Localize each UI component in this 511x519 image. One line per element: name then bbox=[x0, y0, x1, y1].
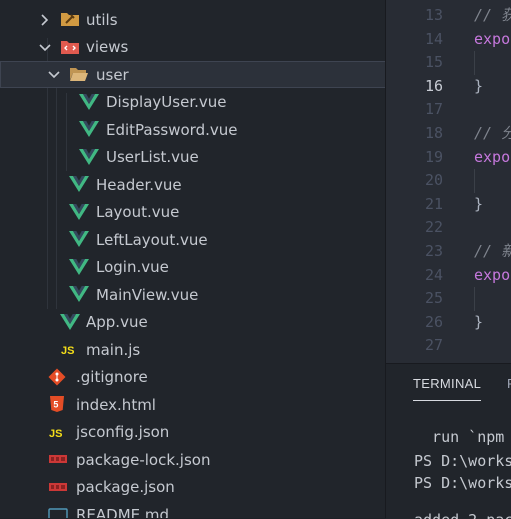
file-item-displayuser-vue[interactable]: DisplayUser.vue bbox=[0, 89, 386, 116]
file-label: user bbox=[96, 65, 129, 84]
file-label: package-lock.json bbox=[76, 450, 211, 469]
line-number: 24 bbox=[424, 265, 443, 284]
code-line: expo bbox=[474, 147, 511, 166]
code-line: expo bbox=[474, 29, 511, 48]
file-item-package-lock-json[interactable]: package-lock.json bbox=[0, 446, 386, 473]
code-line: // 获 bbox=[474, 6, 511, 24]
vue-file-icon bbox=[79, 148, 99, 166]
vue-file-icon bbox=[79, 93, 99, 111]
file-item-mainview-vue[interactable]: MainView.vue bbox=[0, 281, 386, 308]
file-item-readme-md[interactable]: README.md bbox=[0, 501, 386, 518]
file-item-app-vue[interactable]: App.vue bbox=[0, 309, 386, 336]
file-label: LeftLayout.vue bbox=[96, 230, 208, 249]
file-label: README.md bbox=[76, 505, 170, 519]
vue-file-icon bbox=[69, 175, 89, 193]
code-line: } bbox=[474, 194, 484, 213]
line-number: 18 bbox=[424, 124, 443, 142]
line-number: 19 bbox=[424, 147, 443, 166]
line-number: 17 bbox=[424, 100, 443, 119]
folder-open-icon bbox=[69, 65, 88, 83]
active-tab-indicator bbox=[413, 400, 481, 401]
file-item-gitignore[interactable]: .gitignore bbox=[0, 364, 386, 391]
file-item-jsconfig-json[interactable]: JS jsconfig.json bbox=[0, 419, 386, 446]
file-label: utils bbox=[86, 10, 118, 29]
line-number: 20 bbox=[424, 171, 443, 190]
file-label: MainView.vue bbox=[96, 285, 199, 304]
js-file-icon: JS bbox=[60, 340, 78, 358]
tab-problems[interactable]: F bbox=[507, 376, 511, 391]
file-item-userlist-vue[interactable]: UserList.vue bbox=[0, 144, 386, 171]
file-label: index.html bbox=[76, 395, 156, 414]
line-number: 14 bbox=[424, 29, 443, 48]
file-label: Login.vue bbox=[96, 258, 169, 276]
file-label: Layout.vue bbox=[96, 203, 180, 221]
vue-file-icon bbox=[69, 203, 89, 221]
vue-file-icon bbox=[69, 258, 89, 276]
chevron-right-icon[interactable] bbox=[38, 13, 52, 27]
file-item-index-html[interactable]: 5 index.html bbox=[0, 391, 386, 418]
file-label: .gitignore bbox=[76, 368, 148, 386]
vue-file-icon bbox=[79, 120, 99, 138]
file-label: DisplayUser.vue bbox=[106, 93, 227, 111]
file-label: package.json bbox=[76, 478, 175, 496]
svg-text:JS: JS bbox=[49, 428, 62, 440]
file-item-header-vue[interactable]: Header.vue bbox=[0, 171, 386, 198]
terminal-line: run `npm bbox=[414, 428, 505, 446]
file-item-leftlayout-vue[interactable]: LeftLayout.vue bbox=[0, 226, 386, 253]
code-line: // 新 bbox=[474, 242, 511, 260]
vue-file-icon bbox=[69, 230, 89, 248]
code-line: } bbox=[474, 76, 484, 95]
file-label: Header.vue bbox=[96, 175, 182, 194]
line-number: 23 bbox=[424, 242, 443, 260]
views-folder-icon bbox=[60, 38, 79, 56]
line-number: 26 bbox=[424, 312, 443, 331]
line-number: 15 bbox=[424, 53, 443, 72]
markdown-file-icon bbox=[48, 505, 68, 518]
file-item-editpassword-vue[interactable]: EditPassword.vue bbox=[0, 116, 386, 143]
vue-file-icon bbox=[60, 313, 80, 331]
html5-file-icon: 5 bbox=[48, 395, 66, 413]
file-label: jsconfig.json bbox=[76, 423, 170, 441]
line-number: 27 bbox=[424, 336, 443, 355]
file-item-package-json[interactable]: package.json bbox=[0, 474, 386, 501]
chevron-down-icon[interactable] bbox=[47, 68, 61, 82]
bottom-panel: TERMINAL F run `npm PS D:\works PS D:\work… bbox=[386, 363, 511, 519]
line-number: 25 bbox=[424, 289, 443, 308]
terminal-line: PS D:\works bbox=[414, 452, 511, 470]
terminal-line: PS D:\works bbox=[414, 474, 511, 492]
folder-item-views[interactable]: views bbox=[0, 34, 386, 61]
line-number: 21 bbox=[424, 194, 443, 213]
npm-file-icon bbox=[48, 478, 67, 496]
svg-text:JS: JS bbox=[61, 345, 74, 357]
file-label: UserList.vue bbox=[106, 148, 199, 166]
code-line: // 分 bbox=[474, 124, 511, 142]
line-number: 22 bbox=[424, 218, 443, 237]
file-explorer: utils views user DisplayUser.vue EditPasswor… bbox=[0, 0, 386, 518]
file-item-login-vue[interactable]: Login.vue bbox=[0, 254, 386, 281]
chevron-down-icon[interactable] bbox=[38, 41, 52, 55]
utils-folder-icon bbox=[60, 10, 79, 28]
line-number: 16 bbox=[424, 76, 443, 95]
svg-text:5: 5 bbox=[53, 400, 58, 410]
folder-item-utils[interactable]: utils bbox=[0, 6, 386, 33]
npm-file-icon bbox=[48, 450, 67, 468]
line-number: 13 bbox=[424, 6, 443, 24]
file-item-main-js[interactable]: JS main.js bbox=[0, 336, 386, 363]
code-editor[interactable]: 13 // 获 14 expo 15 16} 17 18 // 分 19 expo 20 21} 22 23… bbox=[386, 0, 511, 363]
js-json-file-icon: JS bbox=[48, 423, 66, 441]
tab-terminal[interactable]: TERMINAL bbox=[413, 376, 481, 391]
folder-item-user[interactable]: user bbox=[0, 61, 386, 88]
code-line: expo bbox=[474, 265, 511, 284]
file-label: main.js bbox=[86, 340, 141, 359]
file-item-layout-vue[interactable]: Layout.vue bbox=[0, 199, 386, 226]
indent-guide bbox=[474, 169, 475, 193]
indent-guide bbox=[474, 51, 475, 75]
file-label: EditPassword.vue bbox=[106, 120, 238, 139]
git-file-icon bbox=[48, 368, 66, 386]
file-label: App.vue bbox=[86, 313, 148, 331]
indent-guide bbox=[474, 287, 475, 311]
vue-file-icon bbox=[69, 285, 89, 303]
code-line: } bbox=[474, 312, 484, 331]
file-label: views bbox=[86, 38, 129, 56]
